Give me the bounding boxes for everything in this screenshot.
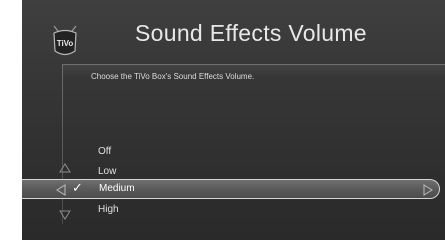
selection-highlight[interactable]: [22, 179, 440, 199]
option-high[interactable]: High: [98, 204, 119, 215]
tivo-screen: TiVo Sound Effects Volume Choose the TiV…: [22, 0, 445, 240]
option-low[interactable]: Low: [98, 166, 116, 177]
svg-text:TiVo: TiVo: [57, 39, 74, 48]
up-arrow-icon: [59, 160, 71, 173]
page-title: Sound Effects Volume: [135, 20, 367, 46]
option-off[interactable]: Off: [98, 146, 111, 157]
panel-border-left: [62, 64, 63, 224]
down-arrow-icon: [59, 207, 71, 220]
instruction-text: Choose the TiVo Box's Sound Effects Volu…: [91, 72, 255, 81]
checkmark-icon: ✓: [72, 180, 83, 195]
right-arrow-icon[interactable]: [423, 183, 433, 196]
option-medium[interactable]: Medium: [99, 183, 135, 194]
tivo-logo: TiVo: [51, 25, 79, 58]
left-arrow-icon[interactable]: [56, 183, 66, 196]
